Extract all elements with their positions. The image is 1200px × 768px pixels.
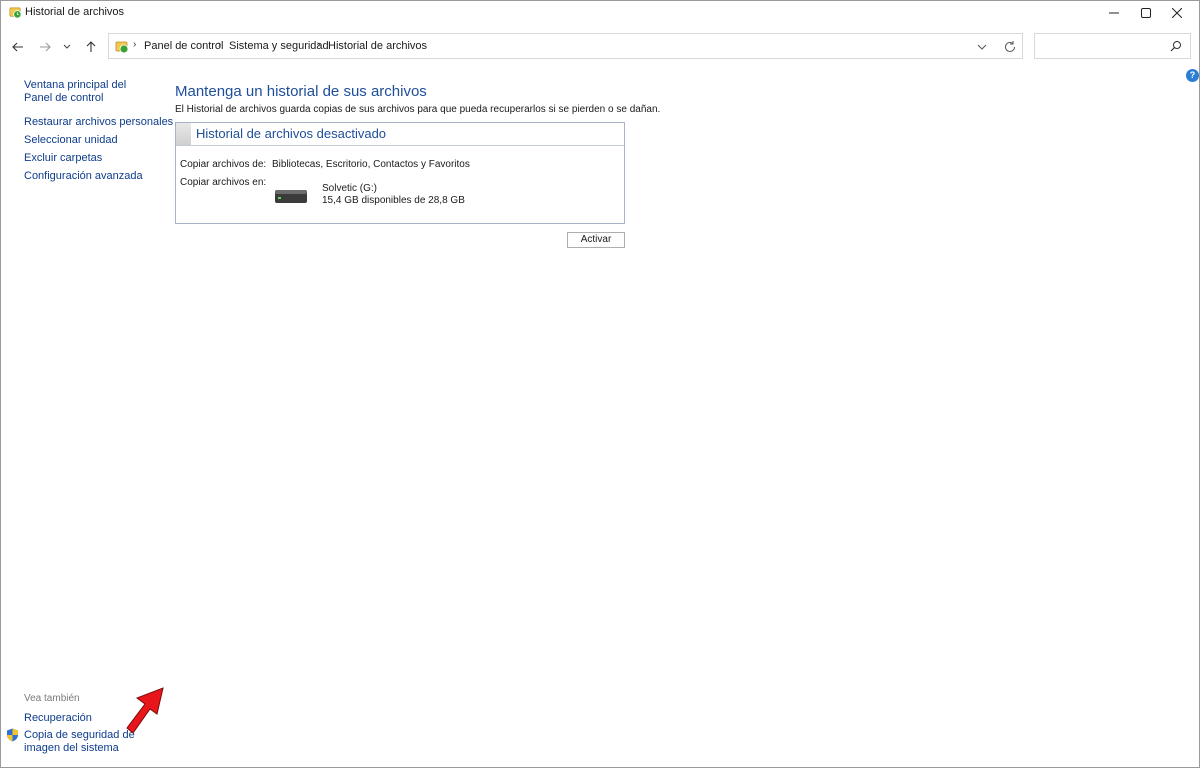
sidebar-link-restore-files[interactable]: Restaurar archivos personales [24, 116, 173, 129]
breadcrumb-item[interactable]: Panel de control [144, 40, 224, 52]
chevron-down-icon [63, 44, 71, 49]
file-history-window: Historial de archivos › Panel de control… [0, 0, 1200, 768]
page-description: El Historial de archivos guarda copias d… [175, 104, 661, 115]
drive-icon [275, 190, 307, 203]
help-icon[interactable]: ? [1186, 69, 1199, 82]
status-header: Historial de archivos desactivado [176, 123, 624, 146]
breadcrumb-separator: › [218, 39, 222, 50]
back-button[interactable] [8, 37, 28, 57]
sidebar-link-select-drive[interactable]: Seleccionar unidad [24, 134, 118, 147]
file-history-status-panel: Historial de archivos desactivado Copiar… [175, 122, 625, 224]
file-history-icon [115, 41, 129, 54]
back-arrow-icon [12, 42, 23, 52]
sidebar-link-control-panel-home[interactable]: Ventana principal del Panel de control [24, 79, 154, 105]
status-title: Historial de archivos desactivado [196, 126, 387, 141]
up-arrow-icon [86, 41, 96, 52]
search-input[interactable] [1034, 33, 1191, 59]
status-stripe [176, 123, 191, 145]
close-button[interactable] [1154, 1, 1200, 25]
copy-to-label: Copiar archivos en: [180, 177, 267, 188]
breadcrumb-item[interactable]: Historial de archivos [328, 40, 427, 52]
annotation-arrow-icon [126, 687, 164, 734]
copy-from-label: Copiar archivos de: [180, 159, 267, 170]
window-title: Historial de archivos [25, 6, 125, 18]
search-icon [1170, 41, 1181, 52]
refresh-icon[interactable] [1002, 39, 1018, 55]
title-bar: Historial de archivos [1, 1, 1199, 25]
breadcrumb-separator: › [317, 39, 321, 50]
breadcrumb-item[interactable]: Sistema y seguridad [229, 40, 329, 52]
breadcrumb-separator: › [133, 39, 137, 50]
address-bar[interactable]: › Panel de control › Sistema y seguridad… [108, 33, 1023, 59]
forward-arrow-icon [40, 42, 51, 52]
chevron-down-icon[interactable] [975, 40, 989, 54]
sidebar-link-exclude-folders[interactable]: Excluir carpetas [24, 152, 102, 165]
file-history-icon [9, 7, 22, 19]
page-title: Mantenga un historial de sus archivos [175, 83, 427, 100]
navigation-bar: › Panel de control › Sistema y seguridad… [1, 33, 1199, 61]
shield-icon [7, 728, 18, 742]
drive-space: 15,4 GB disponibles de 28,8 GB [322, 195, 465, 206]
recent-locations-button[interactable] [59, 37, 75, 57]
sidebar-link-advanced-settings[interactable]: Configuración avanzada [24, 170, 143, 183]
maximize-icon [1141, 8, 1151, 18]
forward-button[interactable] [35, 37, 55, 57]
see-also-label: Vea también [24, 693, 80, 704]
copy-from-value: Bibliotecas, Escritorio, Contactos y Fav… [272, 159, 470, 170]
drive-name: Solvetic (G:) [322, 183, 378, 194]
minimize-icon [1109, 12, 1119, 14]
activate-button[interactable]: Activar [567, 232, 625, 248]
see-also-link-recovery[interactable]: Recuperación [24, 712, 92, 725]
close-icon [1172, 8, 1182, 18]
up-button[interactable] [81, 37, 101, 57]
